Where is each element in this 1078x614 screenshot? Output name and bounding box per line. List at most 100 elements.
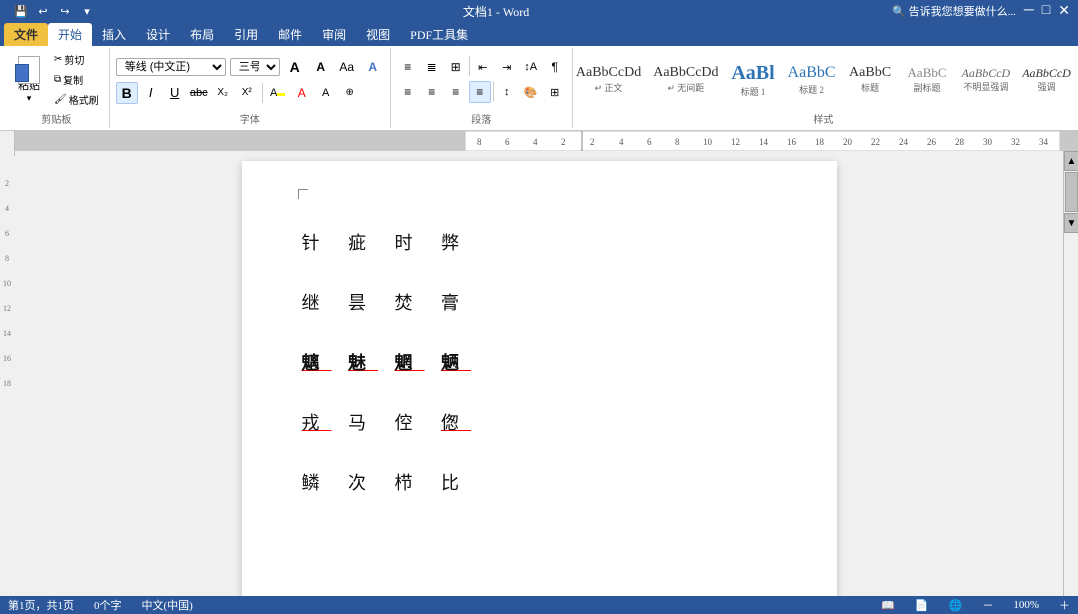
undo-icon[interactable]: ↩ — [34, 2, 52, 20]
style-heading2[interactable]: AaBbC 标题 2 — [783, 60, 841, 98]
style-normal[interactable]: AaBbCcDd ↵ 正文 — [571, 62, 646, 98]
minimize-btn[interactable]: ─ — [1024, 3, 1034, 19]
char-5-3: 栉 — [395, 473, 425, 493]
zoom-level: 100% — [1013, 599, 1039, 611]
decrease-indent-button[interactable]: ⇤ — [472, 56, 494, 78]
font-family-row: 等线 (中文正) 三号 A A Aa A — [116, 56, 384, 78]
italic-button[interactable]: I — [140, 82, 162, 104]
change-case-button[interactable]: Aa — [336, 56, 358, 78]
border-button[interactable]: ⊕ — [339, 82, 361, 104]
shading2-button[interactable]: 🎨 — [520, 81, 542, 103]
char-3-3: 魍 — [395, 353, 425, 373]
bullets-button[interactable]: ≡ — [397, 56, 419, 78]
tab-review[interactable]: 审阅 — [312, 23, 356, 46]
borders-button[interactable]: ⊞ — [544, 81, 566, 103]
sort-button[interactable]: ↕A — [520, 56, 542, 78]
char-1-2: 疵 — [348, 233, 378, 253]
zoom-in-btn[interactable]: ＋ — [1059, 597, 1070, 613]
svg-text:16: 16 — [787, 137, 797, 147]
svg-text:18: 18 — [3, 379, 11, 388]
justify-button[interactable]: ≡ — [469, 81, 491, 103]
scroll-thumb[interactable] — [1065, 172, 1078, 212]
underline-button[interactable]: U — [164, 82, 186, 104]
style-no-spacing[interactable]: AaBbCcDd ↵ 无间距 — [648, 62, 723, 98]
align-right-button[interactable]: ≡ — [445, 81, 467, 103]
ribbon-toolbar: 粘贴 ▾ ✂ 剪切 ⧉ 复制 🖌 格式刷 剪贴板 — [0, 46, 1078, 131]
style-heading1[interactable]: AaBl 标题 1 — [726, 58, 781, 101]
clipboard-label: 剪贴板 — [41, 109, 71, 126]
search-box[interactable]: 🔍 告诉我您想要做什么... — [892, 3, 1016, 19]
text-effects-button[interactable]: A — [362, 56, 384, 78]
view-web-btn[interactable]: 🌐 — [949, 599, 963, 612]
multilevel-list-button[interactable]: ⊞ — [445, 56, 467, 78]
svg-text:4: 4 — [5, 204, 9, 213]
style-gallery: AaBbCcDd ↵ 正文 AaBbCcDd ↵ 无间距 AaBl 标题 1 A… — [571, 50, 1076, 109]
tab-references[interactable]: 引用 — [224, 23, 268, 46]
paragraph-group: ≡ ≣ ⊞ ⇤ ⇥ ↕A ¶ ≡ ≡ ≡ ≡ ↕ 🎨 ⊞ 段落 — [391, 48, 573, 128]
shading-button[interactable]: A — [315, 82, 337, 104]
tab-pdf[interactable]: PDF工具集 — [400, 23, 478, 46]
style-subtitle[interactable]: AaBbC 副标题 — [900, 62, 955, 97]
paste-arrow[interactable]: ▾ — [27, 93, 32, 104]
copy-button[interactable]: ⧉ 复制 — [50, 70, 103, 89]
char-2-3: 焚 — [395, 293, 425, 313]
redo-icon[interactable]: ↪ — [56, 2, 74, 20]
subscript-button[interactable]: X₂ — [212, 82, 234, 104]
customize-icon[interactable]: ▾ — [78, 2, 96, 20]
close-btn[interactable]: ✕ — [1058, 3, 1070, 20]
format-painter-button[interactable]: 🖌 格式刷 — [50, 90, 103, 109]
numbering-button[interactable]: ≣ — [421, 56, 443, 78]
align-left-button[interactable]: ≡ — [397, 81, 419, 103]
document-area[interactable]: 针 疵 时 弊 继 昙 焚 膏 魑 魅 魍 魉 — [15, 151, 1063, 596]
char-2-4: 膏 — [441, 293, 471, 313]
paste-button[interactable]: 粘贴 ▾ — [10, 55, 48, 105]
style-emphasis-preview: AaBbCcD — [1022, 66, 1071, 80]
tab-file[interactable]: 文件 — [4, 23, 48, 46]
style-subtle-emphasis-preview: AaBbCcD — [962, 66, 1011, 80]
view-read-btn[interactable]: 📖 — [881, 599, 895, 612]
view-layout-btn[interactable]: 📄 — [915, 599, 929, 612]
scroll-track[interactable] — [1064, 172, 1078, 212]
font-color-button[interactable]: A — [291, 82, 313, 104]
style-title[interactable]: AaBbC 标题 — [843, 62, 898, 98]
increase-indent-button[interactable]: ⇥ — [496, 56, 518, 78]
shrink-font-button[interactable]: A — [310, 56, 332, 78]
tab-mailings[interactable]: 邮件 — [268, 23, 312, 46]
tab-layout[interactable]: 布局 — [180, 23, 224, 46]
show-marks-button[interactable]: ¶ — [544, 56, 566, 78]
tab-insert[interactable]: 插入 — [92, 23, 136, 46]
quick-access-toolbar[interactable]: 💾 ↩ ↪ ▾ — [8, 2, 100, 20]
text-highlight-button[interactable]: A — [267, 82, 289, 104]
text-line-5: 鳞 次 栉 比 — [302, 461, 777, 506]
ruler-svg: 8 6 4 2 2 4 6 8 10 12 14 16 18 20 22 24 … — [15, 131, 1078, 151]
line-spacing-button[interactable]: ↕ — [496, 81, 518, 103]
scroll-down-btn[interactable]: ▼ — [1064, 213, 1078, 233]
right-scrollbar[interactable]: ▲ ▼ — [1063, 151, 1078, 596]
tab-view[interactable]: 视图 — [356, 23, 400, 46]
style-subtle-emphasis[interactable]: AaBbCcD 不明显强调 — [957, 63, 1016, 96]
superscript-button[interactable]: X² — [236, 82, 258, 104]
cut-button[interactable]: ✂ 剪切 — [50, 50, 103, 69]
svg-text:12: 12 — [3, 304, 11, 313]
zoom-out-btn[interactable]: － — [982, 597, 993, 613]
strikethrough-button[interactable]: abc — [188, 82, 210, 104]
save-icon[interactable]: 💾 — [12, 2, 30, 20]
font-label: 字体 — [240, 109, 260, 126]
svg-text:14: 14 — [759, 137, 769, 147]
svg-text:24: 24 — [899, 137, 909, 147]
tab-home[interactable]: 开始 — [48, 23, 92, 46]
restore-btn[interactable]: □ — [1042, 3, 1050, 19]
text-line-3: 魑 魅 魍 魉 — [302, 341, 777, 386]
style-emphasis[interactable]: AaBbCcD 强调 — [1017, 63, 1076, 96]
grow-font-button[interactable]: A — [284, 56, 306, 78]
align-center-button[interactable]: ≡ — [421, 81, 443, 103]
font-size-select[interactable]: 三号 — [230, 58, 280, 76]
font-family-select[interactable]: 等线 (中文正) — [116, 58, 226, 76]
scroll-up-btn[interactable]: ▲ — [1064, 151, 1078, 171]
tab-design[interactable]: 设计 — [136, 23, 180, 46]
bold-button[interactable]: B — [116, 82, 138, 104]
styles-group: AaBbCcDd ↵ 正文 AaBbCcDd ↵ 无间距 AaBl 标题 1 A… — [573, 48, 1074, 128]
char-1-4: 弊 — [441, 233, 471, 253]
svg-text:8: 8 — [675, 137, 680, 147]
svg-text:2: 2 — [5, 179, 9, 188]
